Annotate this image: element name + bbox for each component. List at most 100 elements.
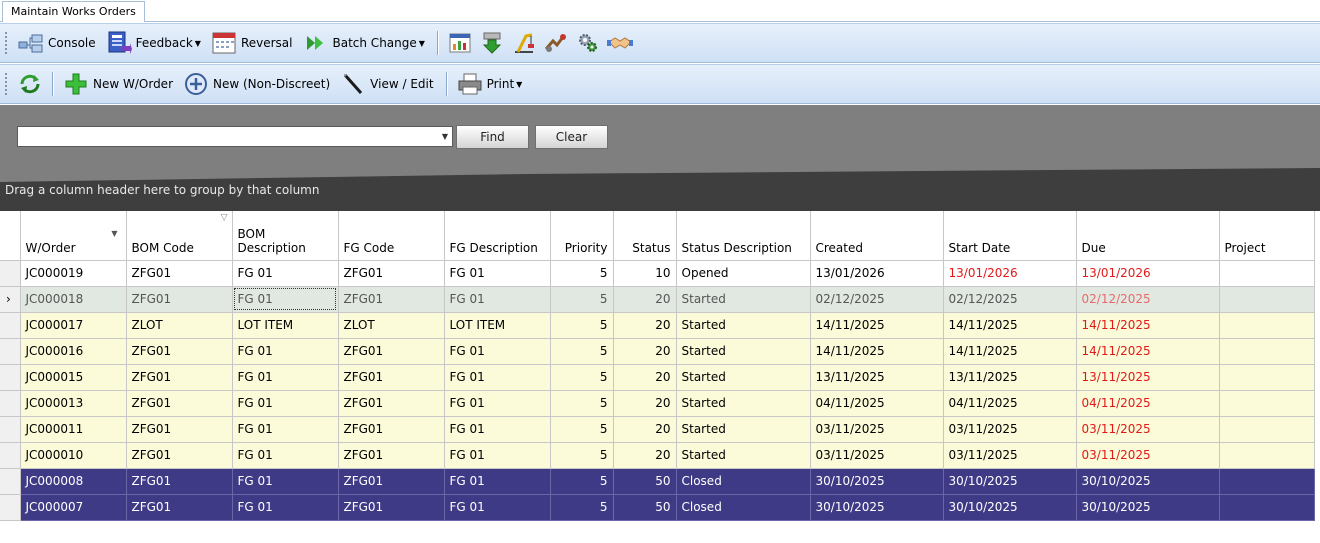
cell-bom-description[interactable]: FG 01 (232, 442, 339, 469)
clear-button[interactable]: Clear (535, 125, 608, 149)
cell-start-date[interactable]: 14/11/2025 (943, 312, 1077, 339)
new-non-discreet-button[interactable]: New (Non-Discreet) (179, 69, 334, 99)
cell-fg-code[interactable]: ZFG01 (338, 286, 445, 313)
toolbar-grip[interactable] (4, 72, 8, 96)
cell-start-date[interactable]: 14/11/2025 (943, 338, 1077, 365)
cell-fg-description[interactable]: FG 01 (444, 286, 551, 313)
cell-fg-description[interactable]: FG 01 (444, 494, 551, 521)
cell-worder[interactable]: JC000007 (20, 494, 127, 521)
cell-bom-code[interactable]: ZFG01 (126, 494, 233, 521)
cell-created[interactable]: 14/11/2025 (810, 338, 944, 365)
cell-project[interactable] (1219, 468, 1315, 495)
column-header-fg-description[interactable]: FG Description (444, 211, 551, 261)
new-worder-button[interactable]: New W/Order (59, 69, 177, 99)
column-header-bom-code[interactable]: BOM Code ▽ (126, 211, 233, 261)
cell-due[interactable]: 03/11/2025 (1076, 442, 1220, 469)
cell-start-date[interactable]: 30/10/2025 (943, 494, 1077, 521)
handshake-icon[interactable] (604, 28, 636, 58)
cell-due[interactable]: 04/11/2025 (1076, 390, 1220, 417)
feedback-button[interactable]: Feedback ▼ (102, 28, 205, 58)
cell-fg-description[interactable]: FG 01 (444, 338, 551, 365)
cell-worder[interactable]: JC000016 (20, 338, 127, 365)
cell-fg-description[interactable]: FG 01 (444, 416, 551, 443)
cell-fg-description[interactable]: FG 01 (444, 364, 551, 391)
cell-status-description[interactable]: Opened (676, 260, 811, 287)
filter-icon[interactable]: ▽ (221, 213, 228, 223)
cell-status[interactable]: 10 (613, 260, 677, 287)
cell-priority[interactable]: 5 (550, 364, 614, 391)
group-by-panel[interactable]: Drag a column header here to group by th… (0, 168, 1320, 211)
cell-due[interactable]: 30/10/2025 (1076, 494, 1220, 521)
table-row[interactable]: JC000010 ZFG01 FG 01 ZFG01 FG 01 5 20 St… (0, 442, 1315, 469)
cell-status-description[interactable]: Closed (676, 494, 811, 521)
cell-start-date[interactable]: 30/10/2025 (943, 468, 1077, 495)
cell-status-description[interactable]: Started (676, 416, 811, 443)
cell-project[interactable] (1219, 364, 1315, 391)
cell-created[interactable]: 02/12/2025 (810, 286, 944, 313)
cell-status[interactable]: 20 (613, 286, 677, 313)
cell-bom-description[interactable]: FG 01 (232, 416, 339, 443)
cell-priority[interactable]: 5 (550, 338, 614, 365)
cell-fg-code[interactable]: ZLOT (338, 312, 445, 339)
cell-worder[interactable]: JC000017 (20, 312, 127, 339)
cell-status[interactable]: 20 (613, 338, 677, 365)
cell-project[interactable] (1219, 260, 1315, 287)
cell-start-date[interactable]: 13/11/2025 (943, 364, 1077, 391)
cell-fg-description[interactable]: FG 01 (444, 468, 551, 495)
cell-bom-description[interactable]: FG 01 (232, 260, 339, 287)
cell-worder[interactable]: JC000015 (20, 364, 127, 391)
reversal-button[interactable]: Reversal (207, 28, 297, 58)
cell-status-description[interactable]: Started (676, 338, 811, 365)
gears-icon[interactable] (572, 28, 604, 58)
cell-priority[interactable]: 5 (550, 494, 614, 521)
cell-start-date[interactable]: 03/11/2025 (943, 416, 1077, 443)
chevron-down-icon[interactable]: ▼ (442, 132, 448, 141)
batch-change-button[interactable]: Batch Change ▼ (299, 28, 429, 58)
table-row[interactable]: JC000019 ZFG01 FG 01 ZFG01 FG 01 5 10 Op… (0, 260, 1315, 287)
cell-worder[interactable]: JC000018 (20, 286, 127, 313)
print-button[interactable]: Print ▼ (453, 69, 527, 99)
table-row[interactable]: JC000011 ZFG01 FG 01 ZFG01 FG 01 5 20 St… (0, 416, 1315, 443)
cell-fg-code[interactable]: ZFG01 (338, 442, 445, 469)
row-indicator[interactable] (0, 364, 21, 391)
cell-due[interactable]: 14/11/2025 (1076, 312, 1220, 339)
cell-worder[interactable]: JC000010 (20, 442, 127, 469)
cell-created[interactable]: 04/11/2025 (810, 390, 944, 417)
cell-project[interactable] (1219, 286, 1315, 313)
cell-fg-code[interactable]: ZFG01 (338, 338, 445, 365)
find-button[interactable]: Find (456, 125, 529, 149)
cell-status[interactable]: 20 (613, 390, 677, 417)
cell-project[interactable] (1219, 338, 1315, 365)
cell-created[interactable]: 14/11/2025 (810, 312, 944, 339)
cell-fg-code[interactable]: ZFG01 (338, 494, 445, 521)
console-button[interactable]: Console (14, 28, 100, 58)
cell-fg-code[interactable]: ZFG01 (338, 468, 445, 495)
search-combobox[interactable]: ▼ (17, 126, 453, 147)
cell-status-description[interactable]: Started (676, 442, 811, 469)
cell-created[interactable]: 30/10/2025 (810, 468, 944, 495)
table-row[interactable]: JC000013 ZFG01 FG 01 ZFG01 FG 01 5 20 St… (0, 390, 1315, 417)
column-header-created[interactable]: Created (810, 211, 944, 261)
table-row[interactable]: JC000007 ZFG01 FG 01 ZFG01 FG 01 5 50 Cl… (0, 494, 1315, 521)
cell-bom-code[interactable]: ZFG01 (126, 468, 233, 495)
cell-start-date[interactable]: 13/01/2026 (943, 260, 1077, 287)
cell-project[interactable] (1219, 416, 1315, 443)
cell-created[interactable]: 03/11/2025 (810, 442, 944, 469)
cell-fg-code[interactable]: ZFG01 (338, 390, 445, 417)
cell-project[interactable] (1219, 494, 1315, 521)
row-indicator[interactable] (0, 390, 21, 417)
cell-fg-description[interactable]: LOT ITEM (444, 312, 551, 339)
table-row[interactable]: JC000016 ZFG01 FG 01 ZFG01 FG 01 5 20 St… (0, 338, 1315, 365)
cell-status[interactable]: 20 (613, 416, 677, 443)
column-header-status[interactable]: Status (613, 211, 677, 261)
cell-priority[interactable]: 5 (550, 286, 614, 313)
cell-due[interactable]: 13/11/2025 (1076, 364, 1220, 391)
cell-due[interactable]: 14/11/2025 (1076, 338, 1220, 365)
cell-fg-code[interactable]: ZFG01 (338, 416, 445, 443)
cell-priority[interactable]: 5 (550, 312, 614, 339)
row-indicator[interactable] (0, 442, 21, 469)
table-row[interactable]: JC000015 ZFG01 FG 01 ZFG01 FG 01 5 20 St… (0, 364, 1315, 391)
cell-priority[interactable]: 5 (550, 442, 614, 469)
cell-created[interactable]: 30/10/2025 (810, 494, 944, 521)
cell-priority[interactable]: 5 (550, 468, 614, 495)
